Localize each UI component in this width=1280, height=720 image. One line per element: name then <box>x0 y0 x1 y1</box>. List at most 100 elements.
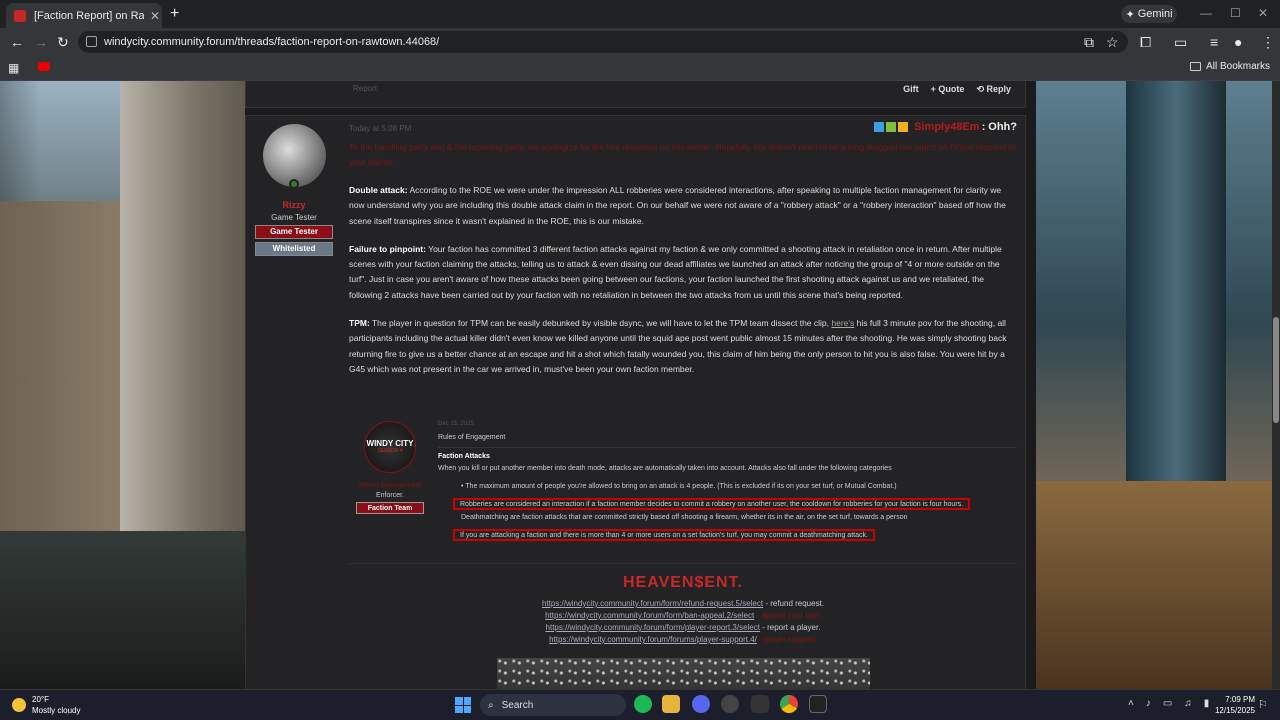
temperature: 20°F <box>32 695 49 704</box>
maximize-button[interactable]: ☐ <box>1230 6 1241 20</box>
minimize-button[interactable]: — <box>1200 6 1212 20</box>
clip-link[interactable]: here's <box>831 318 854 328</box>
windows-start-icon[interactable] <box>455 697 471 713</box>
link-desc: - player support. <box>756 635 817 644</box>
toolbar: ← → ↻ windycity.community.forum/threads/… <box>0 28 1280 56</box>
avatar[interactable] <box>262 124 326 189</box>
taskbar-clock[interactable]: 7:09 PM 12/15/2025 <box>1205 694 1255 716</box>
reply-label: Reply <box>986 84 1011 94</box>
quote-heading: Rules of Engagement <box>438 434 506 441</box>
post-signature-header: Simply48Em : Ohh? <box>874 121 1017 133</box>
extensions-icon[interactable]: ⧠ <box>1140 34 1151 51</box>
page-viewport: Report Gift + Quote ⟲ Reply Rizzy Game T… <box>0 81 1280 689</box>
signature-divider <box>349 563 1017 564</box>
author-title: Game Tester <box>271 213 317 222</box>
link-desc: - report a player. <box>759 623 821 632</box>
gift-button[interactable]: Gift <box>903 84 919 95</box>
bookmarks-bar: ▦ All Bookmarks <box>0 56 1280 81</box>
quote-button[interactable]: + Quote <box>931 84 965 95</box>
post-paragraph: Double attack: According to the ROE we w… <box>349 183 1017 229</box>
highlighted-list-item: If you are attacking a faction and there… <box>453 529 875 541</box>
signature-link[interactable]: https://windycity.community.forum/forums… <box>549 635 757 644</box>
forum-content: Report Gift + Quote ⟲ Reply Rizzy Game T… <box>245 81 1036 689</box>
signature-link[interactable]: https://windycity.community.forum/form/p… <box>546 623 760 632</box>
search-icon: ⌕ <box>488 699 494 711</box>
previous-post-footer: Report Gift + Quote ⟲ Reply <box>245 81 1026 108</box>
link-row: https://windycity.community.forum/form/b… <box>349 610 1017 622</box>
system-tray: ˄ ♪ ▭ ♫ ▮ <box>1128 698 1209 709</box>
highlighted-list-item: Robberies are considered an interaction … <box>453 498 971 510</box>
tab-faction-report[interactable]: [Faction Report] on Rawtown | W ✕ <box>6 3 162 28</box>
list-item: Deathmatching are faction attacks that a… <box>461 514 908 521</box>
site-info-icon[interactable] <box>86 36 97 47</box>
quote-author-name[interactable]: Admin Management <box>349 481 431 490</box>
reload-icon[interactable]: ↻ <box>57 34 69 51</box>
quote-author: WINDY CITY SEASON 4 Admin Management Enf… <box>349 421 431 514</box>
tab-close-icon[interactable]: ✕ <box>150 9 160 23</box>
file-explorer-icon[interactable] <box>662 695 680 713</box>
quote-subheading: Faction Attacks <box>438 453 490 460</box>
forum-post: Rizzy Game Tester Game Tester Whiteliste… <box>245 115 1026 689</box>
microphone-icon[interactable]: ♪ <box>1146 698 1151 709</box>
new-tab-button[interactable]: + <box>170 5 179 23</box>
signature-links: https://windycity.community.forum/form/r… <box>349 598 1017 646</box>
chrome-icon[interactable] <box>780 695 798 713</box>
clock-date: 12/15/2025 <box>1214 706 1255 715</box>
youtube-icon[interactable] <box>38 62 50 71</box>
paragraph-label: TPM: <box>349 318 370 329</box>
browser-chrome: [Faction Report] on Rawtown | W ✕ + ✦ Ge… <box>0 0 1280 81</box>
confetti-shape <box>497 658 870 689</box>
quote-author-badge: Faction Team <box>356 502 424 514</box>
author-name[interactable]: Rizzy <box>254 200 334 210</box>
logo-subtext: SEASON 4 <box>377 448 403 454</box>
weather-widget[interactable]: 20°F Mostly cloudy <box>12 694 80 716</box>
scrollbar-thumb[interactable] <box>1273 317 1279 423</box>
close-window-button[interactable]: ✕ <box>1258 6 1268 20</box>
post-paragraph: TPM: The player in question for TPM can … <box>349 316 1017 377</box>
apps-grid-icon[interactable]: ▦ <box>8 61 19 75</box>
network-icon[interactable]: ▭ <box>1163 698 1172 709</box>
app-icon[interactable] <box>809 695 827 713</box>
taskbar: 20°F Mostly cloudy ⌕ Search ˄ ♪ ▭ ♫ ▮ 7:… <box>0 689 1280 720</box>
bookmark-star-icon[interactable]: ☆ <box>1106 34 1119 51</box>
gemini-button[interactable]: ✦ Gemini <box>1121 5 1177 23</box>
rules-list: • The maximum amount of people you're al… <box>453 480 1017 542</box>
back-icon[interactable]: ← <box>10 34 24 50</box>
quote-content: Dec 15, 2025 Rules of Engagement Faction… <box>438 421 1017 542</box>
post-intro: To the handling party and & the reportin… <box>349 142 1016 167</box>
all-bookmarks-label: All Bookmarks <box>1206 61 1270 72</box>
quote-date[interactable]: Dec 15, 2025 <box>438 421 1017 434</box>
signature-link[interactable]: https://windycity.community.forum/form/r… <box>542 599 763 608</box>
embedded-quote: WINDY CITY SEASON 4 Admin Management Enf… <box>349 421 1017 559</box>
epic-games-icon[interactable] <box>751 695 769 713</box>
reply-button[interactable]: ⟲ Reply <box>976 84 1011 95</box>
report-link[interactable]: Report <box>353 84 377 93</box>
taskbar-search[interactable]: ⌕ Search <box>480 694 626 716</box>
post-author: Rizzy Game Tester Game Tester Whiteliste… <box>254 124 334 256</box>
discord-icon[interactable] <box>692 695 710 713</box>
page-scrollbar[interactable] <box>1272 81 1280 689</box>
install-icon[interactable]: ⧉ <box>1084 34 1094 51</box>
menu-icon[interactable]: ⋮ <box>1261 34 1275 51</box>
paragraph-text: According to the ROE we were under the i… <box>349 185 1006 226</box>
media-icon[interactable]: ≡ <box>1210 34 1218 50</box>
address-bar[interactable]: windycity.community.forum/threads/factio… <box>78 31 1128 53</box>
sidepanel-icon[interactable]: ▭ <box>1174 34 1187 51</box>
spotify-icon[interactable] <box>634 695 652 713</box>
tab-strip: [Faction Report] on Rawtown | W ✕ + ✦ Ge… <box>0 0 1280 28</box>
plaza-shape <box>0 531 245 689</box>
trees-shape <box>1036 481 1280 689</box>
paragraph-label: Double attack: <box>349 185 408 195</box>
forward-icon[interactable]: → <box>34 34 48 50</box>
signature-name: Simply48Em <box>914 121 980 133</box>
profile-icon[interactable]: ● <box>1234 34 1242 50</box>
chevron-up-icon[interactable]: ˄ <box>1128 698 1134 709</box>
paragraph-text: Your faction has committed 3 different f… <box>349 243 1002 300</box>
steam-icon[interactable] <box>721 695 739 713</box>
folder-icon <box>1190 62 1202 71</box>
signature-link[interactable]: https://windycity.community.forum/form/b… <box>545 611 754 620</box>
weather-icon <box>12 698 26 712</box>
volume-icon[interactable]: ♫ <box>1184 698 1192 709</box>
notification-bell-icon[interactable]: ⚐ <box>1258 698 1268 711</box>
all-bookmarks-button[interactable]: All Bookmarks <box>1190 61 1270 72</box>
